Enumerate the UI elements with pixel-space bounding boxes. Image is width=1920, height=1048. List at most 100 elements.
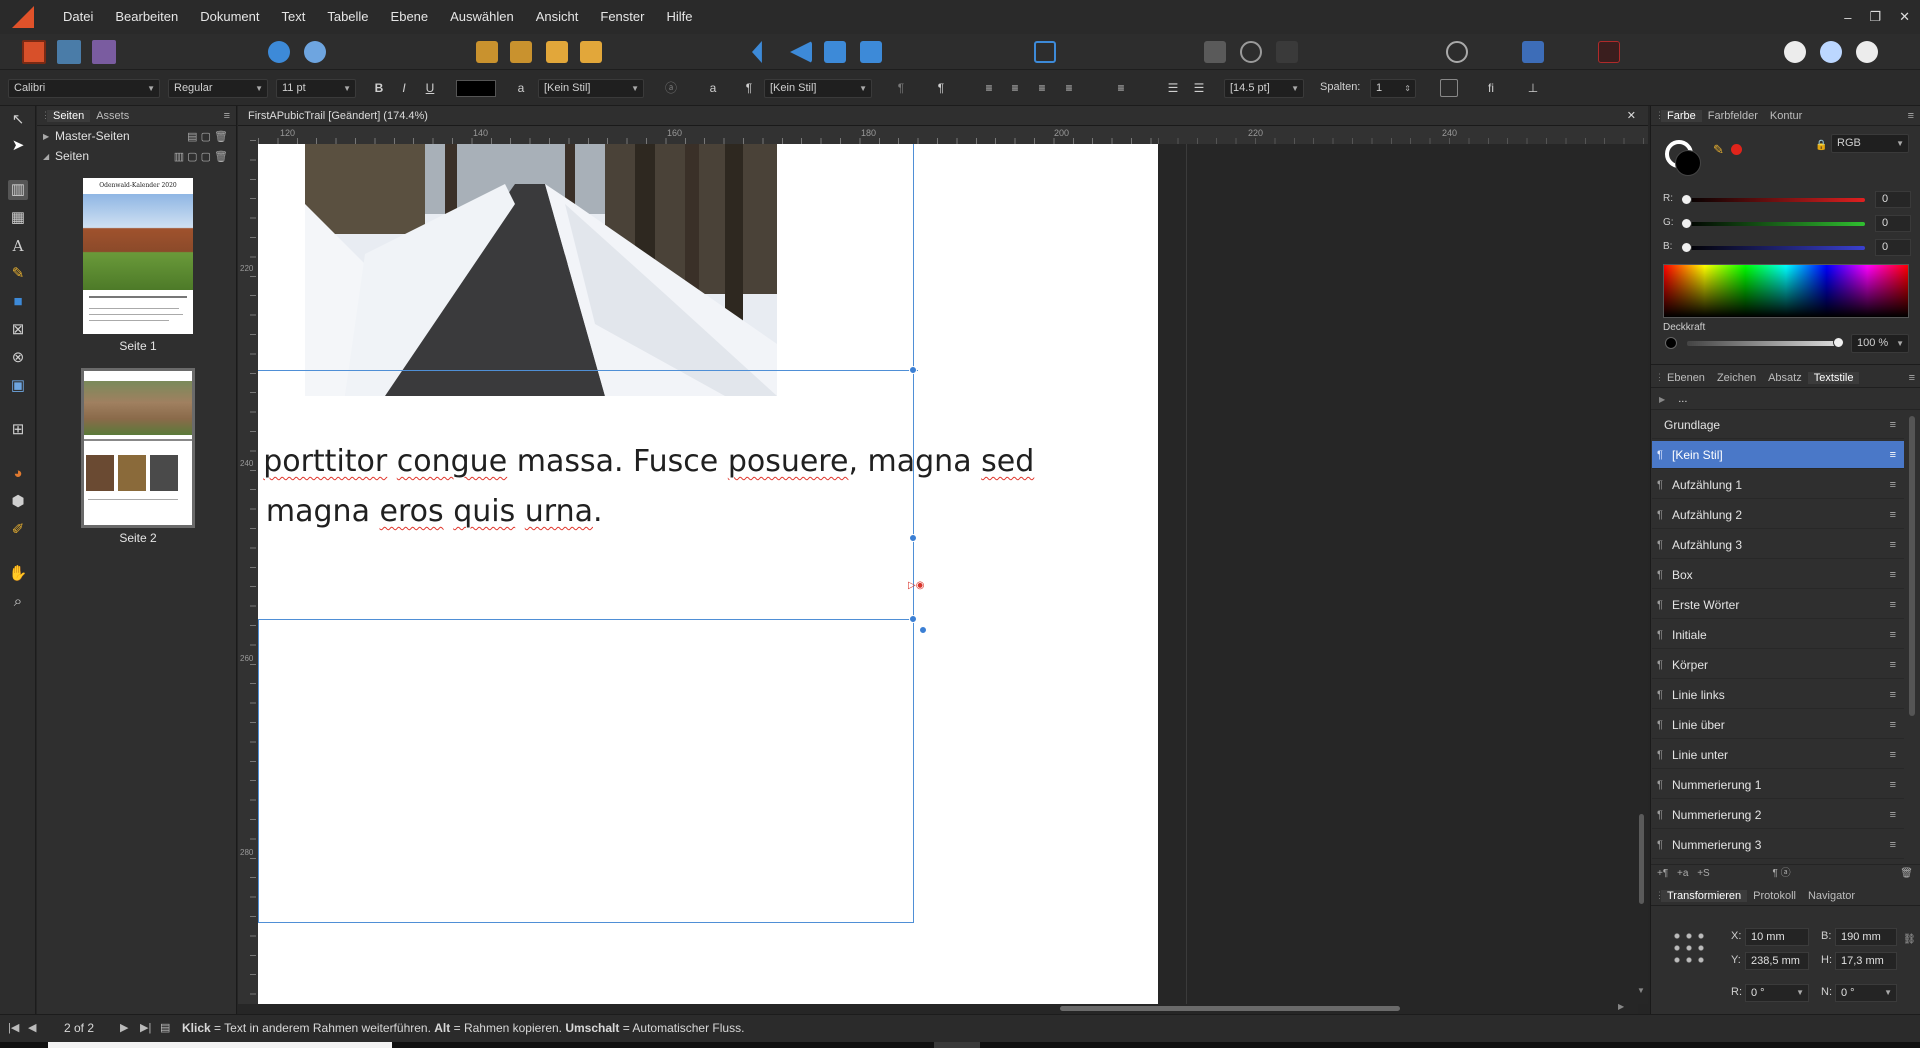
menu-dokument[interactable]: Dokument xyxy=(189,0,270,34)
restore-button[interactable]: ❐ xyxy=(1869,9,1881,25)
horizontal-scroll-thumb[interactable] xyxy=(1060,1006,1400,1011)
tab-assets[interactable]: Assets xyxy=(90,110,135,122)
master-actions-icon[interactable]: ▤ ▢ 🗑 xyxy=(187,130,228,143)
text-overflow-icon[interactable]: ▷◉ xyxy=(908,580,924,591)
blue-slider[interactable] xyxy=(1685,246,1865,250)
style-row-linie-unter[interactable]: ¶ Linie unter ≡ xyxy=(1652,741,1904,769)
columns-stepper[interactable]: 1 ⇕ xyxy=(1370,79,1416,98)
rotate-handle[interactable] xyxy=(919,626,927,634)
style-menu-icon[interactable]: ≡ xyxy=(1890,501,1896,529)
style-list-scroll-thumb[interactable] xyxy=(1909,416,1915,716)
resize-handle-top-right[interactable] xyxy=(909,366,917,374)
opacity-field[interactable]: 100 % ▼ xyxy=(1851,334,1909,353)
color-model-select[interactable]: RGB ▼ xyxy=(1831,134,1909,153)
new-character-style-icon[interactable]: +a xyxy=(1677,868,1688,879)
panel-menu-icon[interactable]: ≡ xyxy=(224,110,236,122)
resize-handle-bottom-right[interactable] xyxy=(909,615,917,623)
style-menu-icon[interactable]: ≡ xyxy=(1890,801,1896,829)
tab-absatz[interactable]: Absatz xyxy=(1762,372,1808,384)
rectangle-tool-icon[interactable]: ■ xyxy=(8,292,28,312)
baseline-grid-icon[interactable] xyxy=(1522,41,1544,63)
vertical-scrollbar[interactable]: ▼ xyxy=(1636,144,1648,1004)
style-row-grundlage[interactable]: Grundlage ≡ xyxy=(1652,411,1904,439)
link-proportions-icon[interactable]: ⛓ xyxy=(1903,934,1916,945)
menu-auswaehlen[interactable]: Auswählen xyxy=(439,0,525,34)
taskbar-search[interactable] xyxy=(48,1042,392,1048)
menu-tabelle[interactable]: Tabelle xyxy=(316,0,379,34)
style-menu-icon[interactable]: ≡ xyxy=(1890,621,1896,649)
next-page-icon[interactable]: ▶ xyxy=(120,1021,128,1034)
taskbar-active-app[interactable] xyxy=(934,1042,980,1048)
scroll-down-icon[interactable]: ▼ xyxy=(1637,986,1645,995)
arrange-backward-icon[interactable] xyxy=(510,41,532,63)
clear-para-style-icon[interactable]: ¶ xyxy=(892,79,910,97)
style-row-aufzaehlung-2[interactable]: ¶ Aufzählung 2 ≡ xyxy=(1652,501,1904,529)
style-row-kein-stil[interactable]: ¶ [Kein Stil] ≡ xyxy=(1652,441,1904,469)
body-text-line-1[interactable]: s porttitor congue massa. Fusce posuere,… xyxy=(258,444,1034,479)
lock-icon[interactable]: 🔒 xyxy=(1815,140,1827,151)
menu-fenster[interactable]: Fenster xyxy=(589,0,655,34)
style-row-linie-ueber[interactable]: ¶ Linie über ≡ xyxy=(1652,711,1904,739)
color-picker-icon[interactable]: ✎ xyxy=(1713,142,1724,158)
hand-tool-icon[interactable]: ✋ xyxy=(8,564,28,584)
italic-button[interactable]: I xyxy=(395,79,413,97)
resize-handle-right[interactable] xyxy=(909,534,917,542)
arrange-back-icon[interactable] xyxy=(476,41,498,63)
blue-slider-knob[interactable] xyxy=(1681,242,1692,253)
tab-seiten[interactable]: Seiten xyxy=(47,109,91,122)
insert-page-icon[interactable] xyxy=(1204,41,1226,63)
page-1-thumbnail[interactable]: Odenwald-Kalender 2020 xyxy=(83,178,193,334)
ligature-icon[interactable]: ﬁ xyxy=(1482,79,1500,97)
fill-tool-icon[interactable]: ⬢ xyxy=(8,492,28,512)
red-slider[interactable] xyxy=(1685,198,1865,202)
body-text-line-2[interactable]: o magna eros quis urna. xyxy=(258,494,603,529)
color-picker-tool-icon[interactable]: ◕ xyxy=(8,464,28,484)
tab-farbe[interactable]: Farbe xyxy=(1661,109,1702,122)
previous-page-icon[interactable]: ◀ xyxy=(28,1021,36,1034)
clear-char-style-icon[interactable]: ⓐ xyxy=(662,79,680,97)
align-icon[interactable] xyxy=(1034,41,1056,63)
clear-styles-icon[interactable]: ¶ ⓐ xyxy=(1772,868,1790,879)
font-family-select[interactable]: Calibri ▼ xyxy=(8,79,160,98)
boolean-intersect-icon[interactable] xyxy=(1856,41,1878,63)
page-options-icon[interactable]: ▤ xyxy=(160,1021,170,1034)
y-field[interactable]: 238,5 mm xyxy=(1745,952,1809,970)
rotation-field[interactable]: 0 ° ▼ xyxy=(1745,984,1809,1002)
text-frame-options-icon[interactable] xyxy=(1440,79,1458,97)
menu-text[interactable]: Text xyxy=(271,0,317,34)
menu-datei[interactable]: Datei xyxy=(52,0,104,34)
style-row-box[interactable]: ¶ Box ≡ xyxy=(1652,561,1904,589)
panel-menu-icon[interactable]: ≡ xyxy=(1909,372,1920,384)
pages-actions-icon[interactable]: ▥ ▢ ▢ 🗑 xyxy=(174,150,228,163)
style-row-erste-woerter[interactable]: ¶ Erste Wörter ≡ xyxy=(1652,591,1904,619)
publisher-persona-icon[interactable] xyxy=(22,40,46,64)
boolean-subtract-icon[interactable] xyxy=(1820,41,1842,63)
tab-kontur[interactable]: Kontur xyxy=(1764,110,1808,122)
character-style-select[interactable]: [Kein Stil] ▼ xyxy=(538,79,644,98)
bullets-icon[interactable]: ☰ xyxy=(1164,79,1182,97)
close-window-button[interactable]: ✕ xyxy=(1899,9,1910,25)
minimize-button[interactable]: – xyxy=(1844,10,1851,25)
eyedropper-tool-icon[interactable]: ✐ xyxy=(8,520,28,540)
panel-menu-icon[interactable]: ≡ xyxy=(1908,110,1920,122)
chevron-down-icon[interactable]: ◢ xyxy=(43,152,55,161)
delete-style-icon[interactable]: 🗑 xyxy=(1900,865,1913,883)
document-tab[interactable]: FirstAPubicTrail [Geändert] (174.4%) ✕ xyxy=(238,106,1648,126)
align-left-icon[interactable]: ≡ xyxy=(980,79,998,97)
opacity-slider[interactable] xyxy=(1687,341,1839,346)
font-style-select[interactable]: Regular ▼ xyxy=(168,79,268,98)
zoom-tool-icon[interactable]: ⌕ xyxy=(8,592,28,612)
place-image-tool-icon[interactable]: ▣ xyxy=(8,376,28,396)
ellipse-frame-tool-icon[interactable]: ⊗ xyxy=(8,348,28,368)
text-color-swatch[interactable] xyxy=(456,80,496,97)
snapping-magnet-icon[interactable] xyxy=(1598,41,1620,63)
x-field[interactable]: 10 mm xyxy=(1745,928,1809,946)
char-style-options-icon[interactable]: a xyxy=(704,79,722,97)
first-page-icon[interactable]: |◀ xyxy=(8,1021,19,1034)
color-spectrum[interactable] xyxy=(1663,264,1909,318)
menu-ebene[interactable]: Ebene xyxy=(380,0,440,34)
style-breadcrumb[interactable]: ▶ ... xyxy=(1651,390,1920,410)
width-field[interactable]: 190 mm xyxy=(1835,928,1897,946)
style-menu-icon[interactable]: ≡ xyxy=(1890,591,1896,619)
menu-ansicht[interactable]: Ansicht xyxy=(525,0,590,34)
